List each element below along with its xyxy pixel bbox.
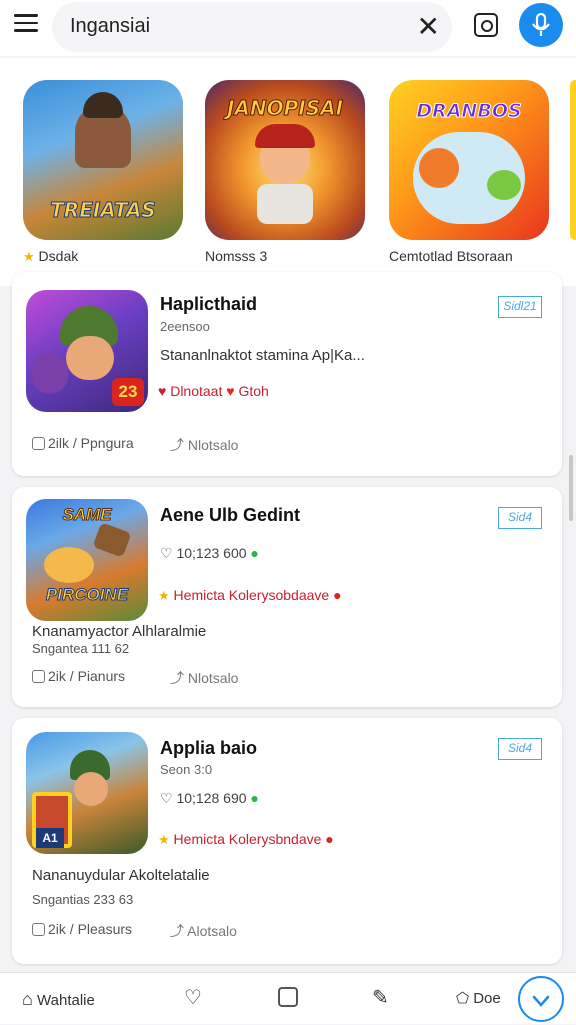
badge: Sidl21 bbox=[498, 296, 542, 318]
edit-icon[interactable] bbox=[278, 987, 298, 1007]
app-description-sub: Sngantea 111 62 bbox=[32, 641, 130, 656]
app-tags: ♥ Dlnotaat ♥ Gtoh bbox=[158, 383, 269, 399]
featured-app-logo: DRANBOS bbox=[416, 100, 522, 123]
install-action[interactable]: ⤴ Alotsalo bbox=[170, 921, 237, 941]
scrollbar[interactable] bbox=[569, 455, 573, 521]
close-icon[interactable]: ✕ bbox=[417, 13, 440, 41]
featured-app-art: TREIATAS bbox=[23, 80, 183, 240]
app-icon: SAME PIRCOINE bbox=[26, 499, 148, 621]
nav-more-label: Doe bbox=[473, 990, 501, 1007]
app-meta: 2ik / Pianurs bbox=[32, 668, 125, 684]
app-meta: 2ik / Pleasurs bbox=[32, 921, 132, 937]
app-title: Applia baio bbox=[160, 738, 258, 758]
info-icon: ● bbox=[333, 587, 342, 603]
app-card[interactable]: SAME PIRCOINE Aene Ulb Gedint ♡ 10;123 6… bbox=[12, 487, 562, 707]
menu-icon[interactable] bbox=[14, 14, 38, 34]
app-tags: ★ Hemicta Kolerysobdaave ● bbox=[158, 587, 342, 604]
mic-button[interactable] bbox=[519, 3, 563, 47]
featured-app-peek bbox=[570, 80, 576, 240]
nav-home[interactable]: ⌂ Wahtalie bbox=[22, 989, 95, 1010]
tag-label: Hemicta Kolerysobdaave bbox=[173, 587, 330, 603]
app-icon: A1 bbox=[26, 732, 148, 854]
heart-icon: ♥ bbox=[226, 383, 235, 399]
icon-subtitle: PIRCOINE bbox=[45, 585, 129, 605]
bottom-nav: ⌂ Wahtalie ♡ ✎ ⬠ Doe bbox=[0, 972, 576, 1024]
tag-icon: ⬠ bbox=[456, 990, 470, 1007]
app-title: Haplicthaid bbox=[160, 294, 258, 314]
install-action[interactable]: ⤴ Nlotsalo bbox=[170, 435, 238, 455]
nav-more[interactable]: ⬠ Doe bbox=[456, 989, 501, 1007]
size-icon bbox=[32, 437, 45, 450]
heart-icon[interactable]: ♡ bbox=[184, 985, 202, 1010]
featured-app[interactable]: DRANBOS Cemtotlad Btsoraan bbox=[389, 80, 549, 264]
heart-outline-icon: ♡ bbox=[160, 790, 173, 806]
featured-carousel: TREIATAS ★ Dsdak JANOPISAI Nomsss 3 DRAN… bbox=[0, 58, 576, 286]
star-icon: ★ bbox=[158, 588, 170, 603]
app-title: Aene Ulb Gedint bbox=[160, 505, 301, 525]
verified-icon: ● bbox=[250, 790, 259, 806]
app-tags: ★ Hemicta Kolerysbndave ● bbox=[158, 831, 334, 848]
heart-outline-icon: ♡ bbox=[160, 545, 173, 561]
badge: Sid4 bbox=[498, 507, 542, 529]
icon-badge: 23 bbox=[112, 378, 144, 406]
app-description-sub: Sngantias 233 63 bbox=[32, 892, 134, 907]
tag-label: Hemicta Kolerysbndave bbox=[173, 831, 322, 847]
featured-app[interactable]: JANOPISAI Nomsss 3 bbox=[205, 80, 365, 264]
app-subtitle: Seon 3:0 bbox=[160, 762, 213, 777]
app-card[interactable]: A1 Applia baio Seon 3:0 ♡ 10;128 690 ● ★… bbox=[12, 718, 562, 964]
nav-home-label: Wahtalie bbox=[37, 992, 95, 1009]
star-icon: ★ bbox=[158, 832, 170, 847]
tag-label: Dlnotaat bbox=[170, 383, 223, 399]
featured-app[interactable]: TREIATAS ★ Dsdak bbox=[23, 80, 183, 265]
size-icon bbox=[32, 923, 45, 936]
install-action[interactable]: ⤴ Nlotsalo bbox=[170, 668, 238, 688]
share-icon: ⤴ bbox=[170, 923, 184, 939]
app-rating: ♡ 10;128 690 ● bbox=[160, 790, 259, 806]
featured-app-art: JANOPISAI bbox=[205, 80, 365, 240]
icon-badge: A1 bbox=[36, 828, 64, 848]
size-icon bbox=[32, 670, 45, 683]
app-subtitle: 2eensoo bbox=[160, 319, 210, 334]
app-description: Knanamyactor Alhlaralmie bbox=[32, 623, 207, 640]
share-icon: ⤴ bbox=[170, 670, 184, 686]
app-rating: ♡ 10;123 600 ● bbox=[160, 545, 259, 561]
pen-icon[interactable]: ✎ bbox=[372, 985, 389, 1010]
featured-app-name: Dsdak bbox=[38, 248, 79, 264]
tag-label: Gtoh bbox=[238, 383, 269, 399]
download-button[interactable] bbox=[518, 976, 564, 1022]
search-bar[interactable]: Ingansiai ✕ bbox=[52, 2, 452, 52]
app-card[interactable]: 23 Haplicthaid 2eensoo Stananlnaktot sta… bbox=[12, 272, 562, 476]
verified-icon: ● bbox=[250, 545, 259, 561]
app-description: Stananlnaktot stamina Ap|Ka... bbox=[160, 347, 365, 364]
app-description: Nananuydular Akoltelatalie bbox=[32, 867, 210, 884]
info-icon: ● bbox=[325, 831, 334, 847]
featured-app-name: Cemtotlad Btsoraan bbox=[389, 248, 513, 264]
camera-icon[interactable] bbox=[474, 13, 498, 37]
featured-app-logo: JANOPISAI bbox=[226, 96, 344, 121]
featured-app-art: DRANBOS bbox=[389, 80, 549, 240]
featured-app-name: Nomsss 3 bbox=[205, 248, 268, 264]
mic-icon bbox=[532, 12, 550, 36]
chevron-down-icon bbox=[532, 995, 550, 1007]
top-bar: Ingansiai ✕ bbox=[0, 0, 576, 56]
app-meta: 2ilk / Ppngura bbox=[32, 435, 134, 451]
home-icon: ⌂ bbox=[22, 989, 33, 1009]
share-icon: ⤴ bbox=[170, 437, 184, 453]
badge: Sid4 bbox=[498, 738, 542, 760]
app-icon: 23 bbox=[26, 290, 148, 412]
heart-icon: ♥ bbox=[158, 383, 167, 399]
icon-title: SAME bbox=[62, 505, 112, 525]
search-input[interactable]: Ingansiai bbox=[70, 15, 150, 38]
featured-app-logo: TREIATAS bbox=[50, 198, 157, 223]
star-icon: ★ bbox=[23, 249, 35, 264]
